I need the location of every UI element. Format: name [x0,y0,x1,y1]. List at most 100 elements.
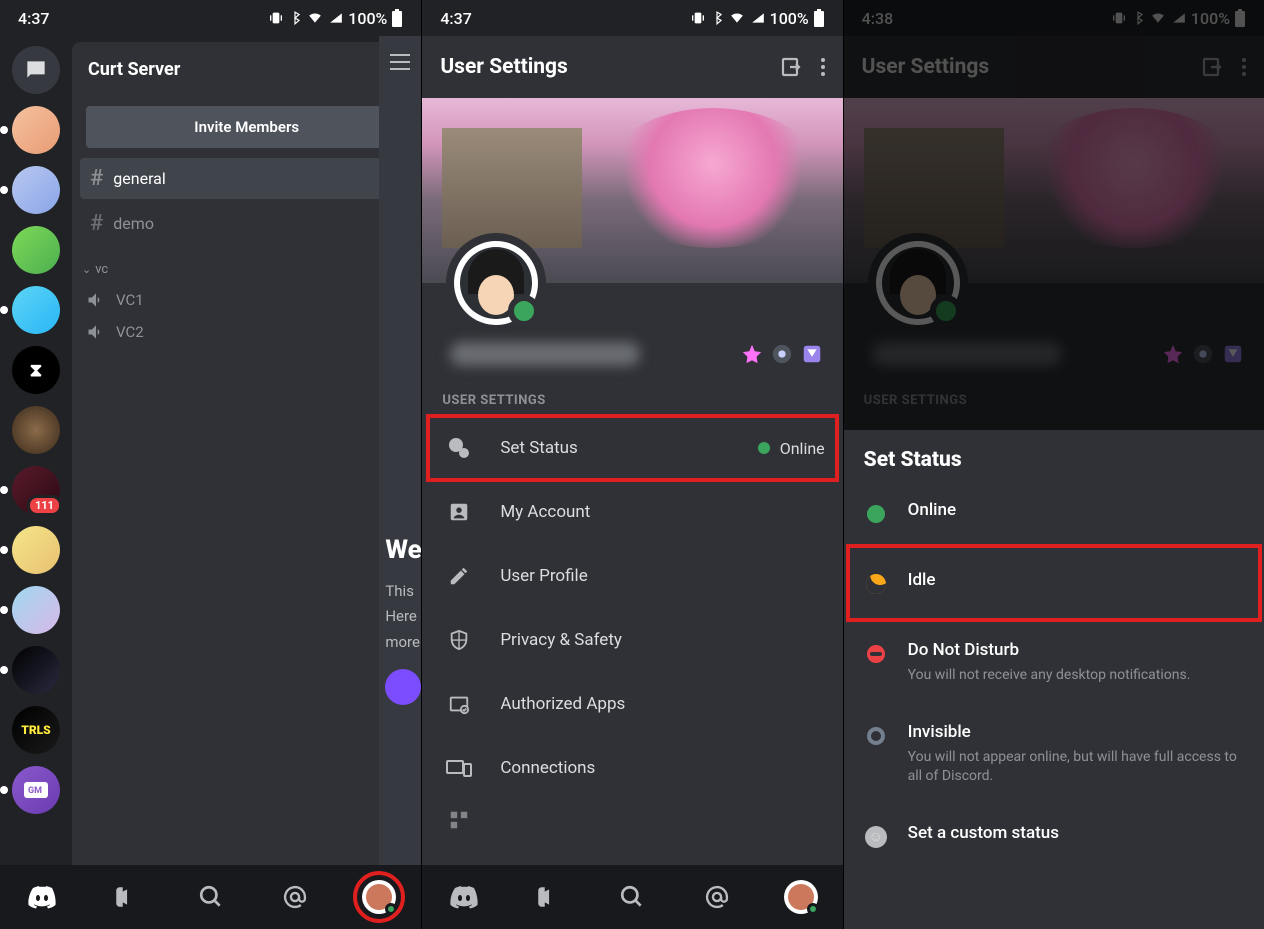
bluetooth-icon [710,10,724,26]
status-option-custom[interactable]: ☺ Set a custom status [844,805,1264,867]
logout-icon[interactable] [779,55,803,79]
speaker-icon [86,290,106,310]
at-icon [703,883,731,911]
status-option-invisible[interactable]: Invisible You will not appear online, bu… [844,704,1264,805]
server-icon[interactable] [12,646,60,694]
chevron-down-icon: ⌄ [82,263,91,276]
row-privacy[interactable]: Privacy & Safety [422,608,842,672]
vc-channel[interactable]: VC2 [72,316,421,348]
invite-members-button[interactable]: Invite Members [86,106,407,148]
server-icon[interactable]: ⧗ [12,346,60,394]
status-option-online[interactable]: Online [844,482,1264,544]
online-dot-icon [758,442,770,454]
discord-icon [27,885,57,909]
vc-channel[interactable]: VC1 [72,284,421,316]
boost-badge-icon [771,343,793,365]
discord-icon [449,885,479,909]
row-authorized-apps[interactable]: Authorized Apps [422,672,842,736]
at-icon [281,883,309,911]
idle-moon-icon [863,571,889,597]
vc-category-header[interactable]: ⌄vc [72,246,421,284]
smiley-icon: ☺ [865,826,887,848]
row-partial[interactable] [422,800,842,840]
devices-icon [446,758,472,778]
server-icon[interactable] [12,106,60,154]
battery-pct: 100% [770,9,809,28]
status-time: 4:37 [440,9,472,28]
avatar[interactable] [446,233,546,333]
server-header[interactable]: Curt Server [72,42,421,96]
speaker-icon [86,322,106,342]
chat-bubble-icon [23,57,49,83]
shield-icon [448,628,470,652]
signal-icon [750,11,766,25]
status-right: 100% [268,9,403,28]
account-icon [448,501,470,523]
status-option-dnd[interactable]: Do Not Disturb You will not receive any … [844,622,1264,704]
set-status-sheet: Set Status Online Idle Do Not Disturb Yo… [844,430,1264,929]
settings-header: User Settings [422,36,842,98]
profile-badges [741,343,823,365]
vibrate-icon [268,10,284,26]
battery-icon [391,9,403,27]
nitro-badge-icon [741,343,763,365]
server-icon[interactable] [12,166,60,214]
nav-friends[interactable] [98,869,154,925]
nav-profile[interactable] [351,869,407,925]
row-my-account[interactable]: My Account [422,480,842,544]
row-connections[interactable]: Connections [422,736,842,800]
friends-icon [113,884,139,910]
nav-search[interactable] [183,869,239,925]
online-dot-icon [867,505,885,523]
nav-mentions[interactable] [689,869,745,925]
server-icon[interactable] [12,286,60,334]
nav-friends[interactable] [520,869,576,925]
section-label: USER SETTINGS [422,375,842,416]
friends-icon [535,884,561,910]
status-icon [447,436,471,460]
channel-general[interactable]: # general [80,158,413,199]
server-icon[interactable] [12,526,60,574]
apps-icon [447,693,471,715]
wave-avatar [385,669,421,705]
server-icon[interactable]: GM [12,766,60,814]
hamburger-icon[interactable] [390,54,410,70]
server-icon[interactable] [12,586,60,634]
hash-icon: # [90,166,103,191]
notification-badge: 111 [27,495,62,516]
nav-profile[interactable] [773,869,829,925]
invisible-icon [867,727,885,745]
nav-mentions[interactable] [267,869,323,925]
sheet-title: Set Status [844,430,1264,482]
svg-text:GM: GM [28,786,42,796]
status-bar: 4:37 100% [0,0,421,36]
battery-icon [813,9,825,27]
status-option-idle[interactable]: Idle [844,544,1264,622]
row-user-profile[interactable]: User Profile [422,544,842,608]
server-icon[interactable]: TRLS [12,706,60,754]
nav-discord[interactable] [14,869,70,925]
server-icon[interactable] [12,406,60,454]
dm-button[interactable] [12,46,60,94]
welcome-title: We [385,528,421,572]
row-set-status[interactable]: Set Status Online [422,416,842,480]
signal-icon [328,11,344,25]
bluetooth-icon [288,10,302,26]
username-redacted [450,342,640,366]
chat-peek: We This Here more [379,36,421,865]
channel-demo[interactable]: # demo [80,203,413,244]
more-vert-icon[interactable] [821,58,825,76]
search-icon [198,884,224,910]
hypesquad-badge-icon [801,343,823,365]
server-name: Curt Server [88,59,180,80]
qr-icon [448,809,470,831]
search-icon [619,884,645,910]
status-time: 4:37 [18,9,50,28]
nav-discord[interactable] [436,869,492,925]
status-dot-icon [385,903,397,915]
pencil-icon [448,565,470,587]
nav-search[interactable] [604,869,660,925]
server-icon[interactable]: 111 [12,466,60,514]
server-icon[interactable] [12,226,60,274]
wifi-icon [306,11,324,25]
